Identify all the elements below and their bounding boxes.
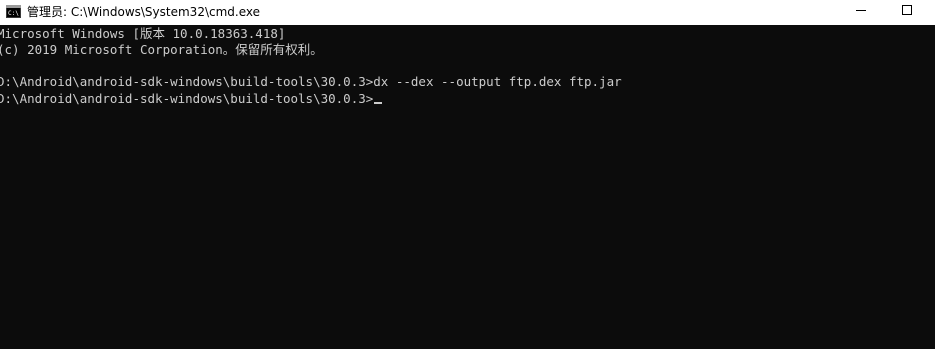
minimize-icon: [856, 10, 866, 11]
console-line: (c) 2019 Microsoft Corporation。保留所有权利。: [0, 42, 323, 57]
cmd-icon: C:\: [6, 5, 21, 18]
text-cursor: [374, 102, 383, 104]
minimize-button[interactable]: [838, 0, 884, 25]
svg-text:C:\: C:\: [8, 10, 19, 17]
maximize-icon: [902, 5, 912, 15]
cmd-window: C:\ 管理员: C:\Windows\System32\cmd.exe Mic…: [0, 0, 935, 349]
window-title: 管理员: C:\Windows\System32\cmd.exe: [27, 5, 260, 19]
console-output[interactable]: Microsoft Windows [版本 10.0.18363.418] (c…: [0, 25, 935, 349]
command-prompt-line[interactable]: D:\Android\android-sdk-windows\build-too…: [0, 91, 383, 107]
maximize-button[interactable]: [884, 0, 930, 25]
prompt-text: D:\Android\android-sdk-windows\build-too…: [0, 91, 374, 106]
console-line: D:\Android\android-sdk-windows\build-too…: [0, 74, 622, 89]
title-bar[interactable]: C:\ 管理员: C:\Windows\System32\cmd.exe: [0, 0, 935, 25]
console-line: Microsoft Windows [版本 10.0.18363.418]: [0, 26, 286, 41]
